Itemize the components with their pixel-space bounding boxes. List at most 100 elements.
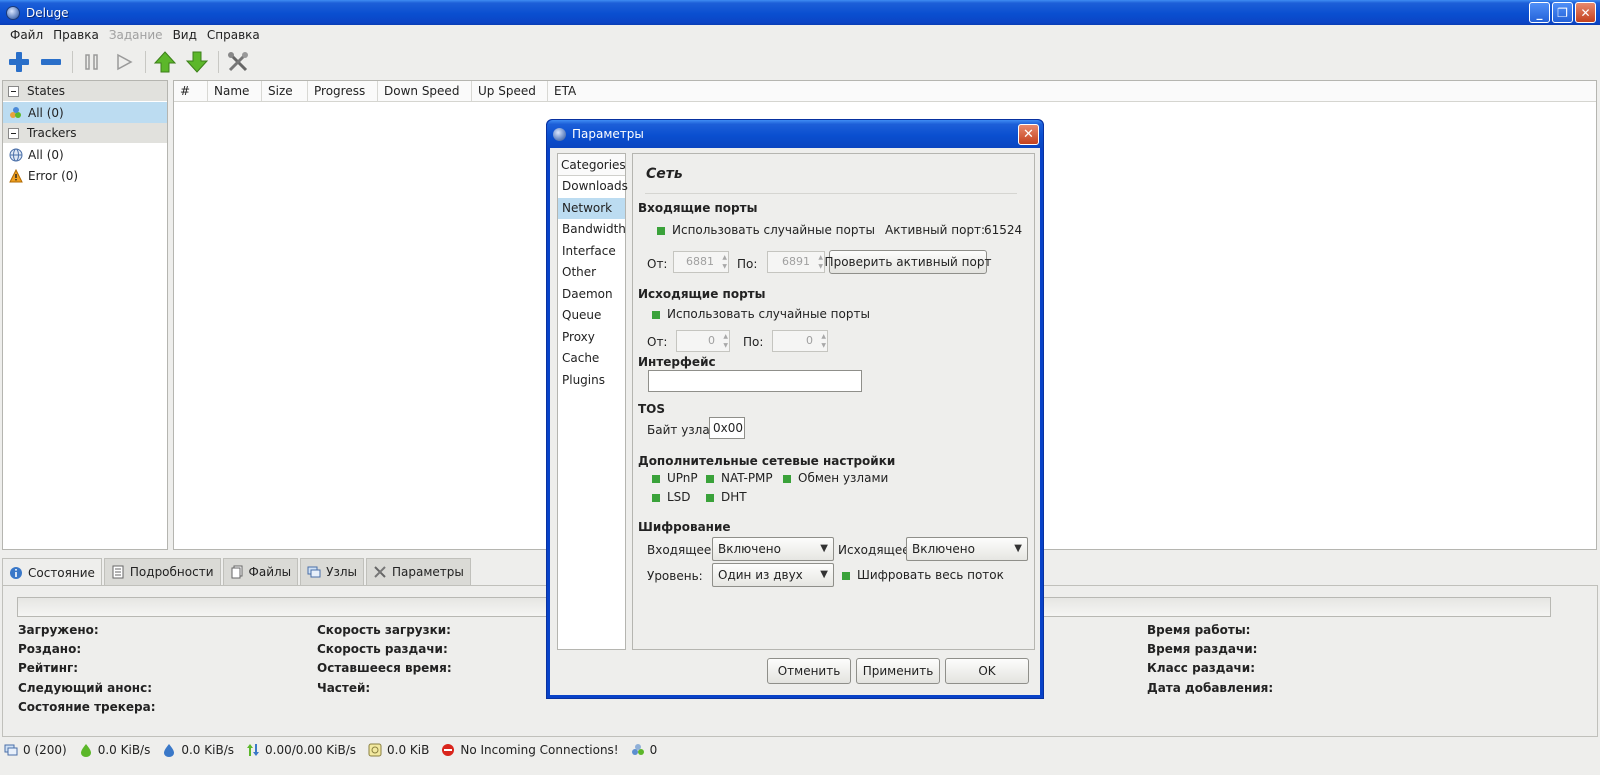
outgoing-encryption-select[interactable]: Включено [906,537,1028,561]
apply-button[interactable]: Применить [856,658,940,684]
deluge-app-icon [553,127,566,141]
dialog-close-button[interactable]: ✕ [1018,124,1039,145]
column-header-size[interactable]: Size [262,81,308,101]
encrypt-entire-stream-checkbox[interactable] [842,572,850,580]
tab-label: Файлы [248,565,292,579]
category-queue[interactable]: Queue [558,305,625,327]
upload-speed-status[interactable]: 0.0 KiB/s [162,743,234,757]
tab-status[interactable]: Состояние [2,558,102,586]
preferences-button[interactable] [225,49,251,75]
restore-button[interactable]: ❐ [1552,2,1573,23]
category-network[interactable]: Network [558,197,625,219]
incoming-encryption-select[interactable]: Включено [712,537,834,561]
tools-icon [228,52,248,72]
dht-checkbox[interactable] [706,494,714,502]
tab-label: Узлы [326,565,357,579]
download-speed-status[interactable]: 0.0 KiB/s [79,743,150,757]
column-header-eta[interactable]: ETA [548,81,608,101]
ok-button[interactable]: OK [945,658,1029,684]
menu-edit[interactable]: Правка [48,28,104,42]
incoming-port-to-spinner[interactable]: 6891 [767,251,825,273]
minimize-button[interactable]: _ [1529,2,1550,23]
pause-button[interactable] [79,49,105,75]
category-cache[interactable]: Cache [558,348,625,370]
tab-label: Параметры [392,565,464,579]
sidebar-item-states-all[interactable]: All (0) [3,102,167,123]
category-plugins[interactable]: Plugins [558,370,625,392]
column-header-number[interactable]: # [174,81,208,101]
peer-tos-input[interactable]: 0x00 [709,417,745,439]
menu-view[interactable]: Вид [168,28,202,42]
incoming-connections-text: No Incoming Connections! [460,743,619,757]
encryption-level-select[interactable]: Один из двух [712,563,834,587]
tab-options[interactable]: Параметры [366,558,471,585]
uploaded-label: Роздано: [18,642,82,656]
queue-up-button[interactable] [152,49,178,75]
peer-exchange-label: Обмен узлами [798,471,889,485]
peer-exchange-checkbox[interactable] [783,475,791,483]
incoming-ports-label: Входящие порты [638,201,758,215]
menu-torrent[interactable]: Задание [104,28,168,42]
download-speed-icon [79,743,93,757]
column-header-progress[interactable]: Progress [308,81,378,101]
incoming-port-from-spinner[interactable]: 6881 [673,251,729,273]
tools-icon [373,565,387,579]
category-other[interactable]: Other [558,262,625,284]
category-daemon[interactable]: Daemon [558,284,625,306]
trackers-header[interactable]: Trackers [3,123,167,144]
sidebar-item-trackers-all[interactable]: All (0) [3,144,167,165]
use-random-outgoing-checkbox[interactable] [652,311,660,319]
active-time-label: Время работы: [1147,623,1251,637]
resume-button[interactable] [111,49,137,75]
deluge-app-icon [6,5,20,20]
interface-input[interactable] [648,370,862,392]
encrypt-entire-stream-label: Шифровать весь поток [857,568,1004,582]
title-bar: Deluge _ ❐ ✕ [0,0,1600,25]
menu-help[interactable]: Справка [202,28,265,42]
tab-details[interactable]: Подробности [103,558,221,585]
lsd-label: LSD [667,490,691,504]
category-downloads[interactable]: Downloads [558,176,628,198]
free-space-status: 0.0 KiB [368,743,429,757]
remove-torrent-button[interactable] [38,49,64,75]
category-proxy[interactable]: Proxy [558,327,625,349]
category-bandwidth[interactable]: Bandwidth [558,219,626,241]
connections-icon [4,743,18,757]
eta-label: Оставшееся время: [317,661,452,675]
sidebar-item-trackers-error[interactable]: Error (0) [3,165,167,186]
test-active-port-button[interactable]: Проверить активный порт [825,250,991,274]
files-icon [230,565,244,579]
queue-down-button[interactable] [184,49,210,75]
connections-status[interactable]: 0 (200) [4,743,67,757]
add-torrent-button[interactable] [6,49,32,75]
states-header[interactable]: States [3,81,167,102]
collapse-icon[interactable] [8,85,19,97]
upnp-checkbox[interactable] [652,475,660,483]
incoming-connections-status[interactable]: No Incoming Connections! [441,743,619,757]
tab-peers[interactable]: Узлы [300,558,364,585]
use-random-incoming-checkbox[interactable] [657,227,665,235]
tab-label: Подробности [129,565,214,579]
nat-pmp-checkbox[interactable] [706,475,714,483]
column-header-down-speed[interactable]: Down Speed [378,81,472,101]
protocol-traffic-status[interactable]: 0.00/0.00 KiB/s [246,743,356,757]
nat-pmp-label: NAT-PMP [721,471,773,485]
peers-icon [307,565,321,579]
outgoing-port-to-spinner[interactable]: 0 [772,330,828,352]
plus-icon [9,52,29,72]
collapse-icon[interactable] [8,127,19,139]
column-header-up-speed[interactable]: Up Speed [472,81,548,101]
cancel-button[interactable]: Отменить [767,658,851,684]
menu-file[interactable]: Файл [5,28,48,42]
category-interface[interactable]: Interface [558,241,625,263]
outgoing-from-label: От: [647,335,668,349]
tab-files[interactable]: Файлы [222,558,299,585]
column-header-name[interactable]: Name [208,81,262,101]
dht-status: 0 [631,743,657,757]
lsd-checkbox[interactable] [652,494,660,502]
toolbar-separator [218,51,219,73]
globe-icon [9,148,23,162]
outgoing-port-from-spinner[interactable]: 0 [676,330,730,352]
sidebar-item-label: All (0) [28,147,64,162]
close-button[interactable]: ✕ [1575,2,1596,23]
